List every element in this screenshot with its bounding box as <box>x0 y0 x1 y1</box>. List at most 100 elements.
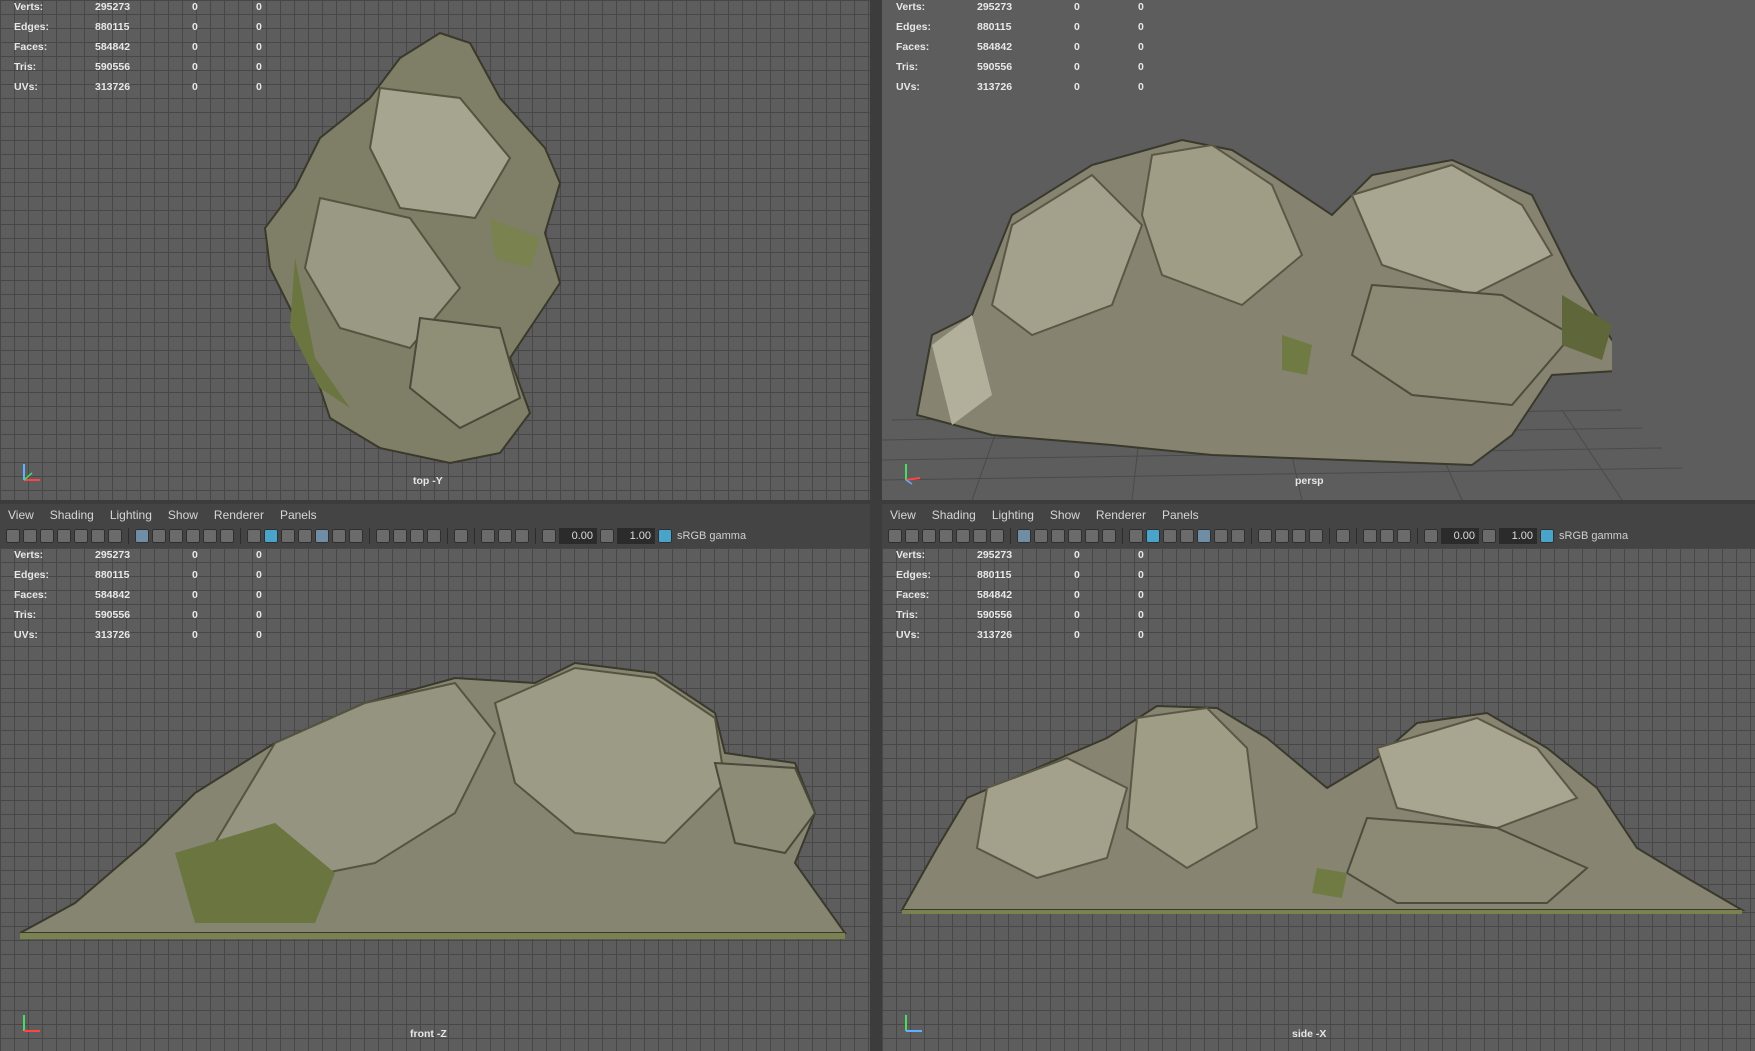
menu-renderer[interactable]: Renderer <box>1096 505 1146 525</box>
color-space-label[interactable]: sRGB gamma <box>677 530 746 542</box>
checker-icon[interactable] <box>315 529 329 543</box>
ambient-occlusion-icon[interactable] <box>1258 529 1272 543</box>
exposure-field[interactable]: 0.00 <box>1441 528 1479 544</box>
grease-pencil-icon[interactable] <box>108 529 122 543</box>
color-space-label[interactable]: sRGB gamma <box>1559 530 1628 542</box>
menu-view[interactable]: View <box>8 505 34 525</box>
isolate-select-icon[interactable] <box>1336 529 1350 543</box>
viewport-persp[interactable]: Verts: 295273 0 0 Edges: 880115 0 0 Faces: 584842… <box>882 0 1755 500</box>
menu-panels[interactable]: Panels <box>1162 505 1199 525</box>
xray-components-icon[interactable] <box>515 529 529 543</box>
camera-icon[interactable] <box>888 529 902 543</box>
depth-of-field-icon[interactable] <box>427 529 441 543</box>
color-management-icon[interactable] <box>658 529 672 543</box>
viewport-top[interactable]: Verts: 295273 0 0 Edges: 880115 0 0 Faces: 584842… <box>0 0 870 500</box>
wireframe-on-shaded-icon[interactable] <box>1163 529 1177 543</box>
wireframe-on-shaded-icon[interactable] <box>281 529 295 543</box>
resolution-gate-icon[interactable] <box>169 529 183 543</box>
shadows-icon[interactable] <box>349 529 363 543</box>
hud-row: Tris: 590556 0 0 <box>14 608 276 628</box>
hud-row: Edges: 880115 0 0 <box>896 568 1158 588</box>
image-plane-icon[interactable] <box>74 529 88 543</box>
color-management-icon[interactable] <box>1540 529 1554 543</box>
menu-shading[interactable]: Shading <box>50 505 94 525</box>
textured-icon[interactable] <box>298 529 312 543</box>
hud-selected-extra: 0 <box>256 589 262 601</box>
viewport-splitter-vertical[interactable] <box>870 0 882 1051</box>
lights-icon[interactable] <box>332 529 346 543</box>
gamma-field[interactable]: 1.00 <box>1499 528 1537 544</box>
hud-value: 295273 <box>95 549 131 561</box>
exposure-field[interactable]: 0.00 <box>559 528 597 544</box>
field-chart-icon[interactable] <box>1085 529 1099 543</box>
safe-action-icon[interactable] <box>220 529 234 543</box>
hud-selected-count: 0 <box>1074 609 1080 621</box>
camera-tools-icon[interactable] <box>40 529 54 543</box>
motion-blur-icon[interactable] <box>1275 529 1289 543</box>
grease-pencil-icon[interactable] <box>990 529 1004 543</box>
camera-icon[interactable] <box>6 529 20 543</box>
hud-value: 590556 <box>977 61 1013 73</box>
menu-view[interactable]: View <box>890 505 916 525</box>
anti-aliasing-icon[interactable] <box>410 529 424 543</box>
exposure-icon[interactable] <box>1424 529 1438 543</box>
hud-label: UVs: <box>896 629 920 641</box>
hud-selected-extra: 0 <box>1138 81 1144 93</box>
lights-icon[interactable] <box>1214 529 1228 543</box>
hud-selected-extra: 0 <box>1138 589 1144 601</box>
shadows-icon[interactable] <box>1231 529 1245 543</box>
viewport-splitter-horizontal[interactable] <box>0 500 1755 504</box>
menu-lighting[interactable]: Lighting <box>992 505 1034 525</box>
viewport-side[interactable]: Verts: 295273 0 0 Edges: 880115 0 0 Faces: 584842… <box>882 548 1755 1051</box>
camera-attributes-icon[interactable] <box>905 529 919 543</box>
pan-zoom-icon[interactable] <box>973 529 987 543</box>
bookmark-icon[interactable] <box>57 529 71 543</box>
film-gate-icon[interactable] <box>152 529 166 543</box>
shaded-icon[interactable] <box>264 529 278 543</box>
anti-aliasing-icon[interactable] <box>1292 529 1306 543</box>
xray-icon[interactable] <box>481 529 495 543</box>
gamma-field[interactable]: 1.00 <box>617 528 655 544</box>
checker-icon[interactable] <box>1197 529 1211 543</box>
hud-row: Faces: 584842 0 0 <box>14 40 276 60</box>
motion-blur-icon[interactable] <box>393 529 407 543</box>
menu-shading[interactable]: Shading <box>932 505 976 525</box>
camera-tools-icon[interactable] <box>922 529 936 543</box>
menu-renderer[interactable]: Renderer <box>214 505 264 525</box>
menu-show[interactable]: Show <box>168 505 198 525</box>
menu-show[interactable]: Show <box>1050 505 1080 525</box>
gate-mask-icon[interactable] <box>1068 529 1082 543</box>
viewport-front[interactable]: Verts: 295273 0 0 Edges: 880115 0 0 Faces: 584842… <box>0 548 870 1051</box>
xray-joints-icon[interactable] <box>1380 529 1394 543</box>
ambient-occlusion-icon[interactable] <box>376 529 390 543</box>
exposure-icon[interactable] <box>542 529 556 543</box>
camera-attributes-icon[interactable] <box>23 529 37 543</box>
xray-icon[interactable] <box>1363 529 1377 543</box>
gamma-icon[interactable] <box>1482 529 1496 543</box>
hud-value: 313726 <box>977 81 1013 93</box>
depth-of-field-icon[interactable] <box>1309 529 1323 543</box>
pan-zoom-icon[interactable] <box>91 529 105 543</box>
gate-mask-icon[interactable] <box>186 529 200 543</box>
wireframe-icon[interactable] <box>1129 529 1143 543</box>
isolate-select-icon[interactable] <box>454 529 468 543</box>
grid-icon[interactable] <box>1017 529 1031 543</box>
shaded-icon[interactable] <box>1146 529 1160 543</box>
wireframe-icon[interactable] <box>247 529 261 543</box>
grid-icon[interactable] <box>135 529 149 543</box>
menu-lighting[interactable]: Lighting <box>110 505 152 525</box>
image-plane-icon[interactable] <box>956 529 970 543</box>
safe-action-icon[interactable] <box>1102 529 1116 543</box>
hud-selected-extra: 0 <box>1138 41 1144 53</box>
film-gate-icon[interactable] <box>1034 529 1048 543</box>
resolution-gate-icon[interactable] <box>1051 529 1065 543</box>
bookmark-icon[interactable] <box>939 529 953 543</box>
textured-icon[interactable] <box>1180 529 1194 543</box>
menu-panels[interactable]: Panels <box>280 505 317 525</box>
field-chart-icon[interactable] <box>203 529 217 543</box>
gamma-icon[interactable] <box>600 529 614 543</box>
hud-selected-extra: 0 <box>1138 1 1144 13</box>
xray-joints-icon[interactable] <box>498 529 512 543</box>
xray-components-icon[interactable] <box>1397 529 1411 543</box>
hud-value: 584842 <box>95 41 131 53</box>
